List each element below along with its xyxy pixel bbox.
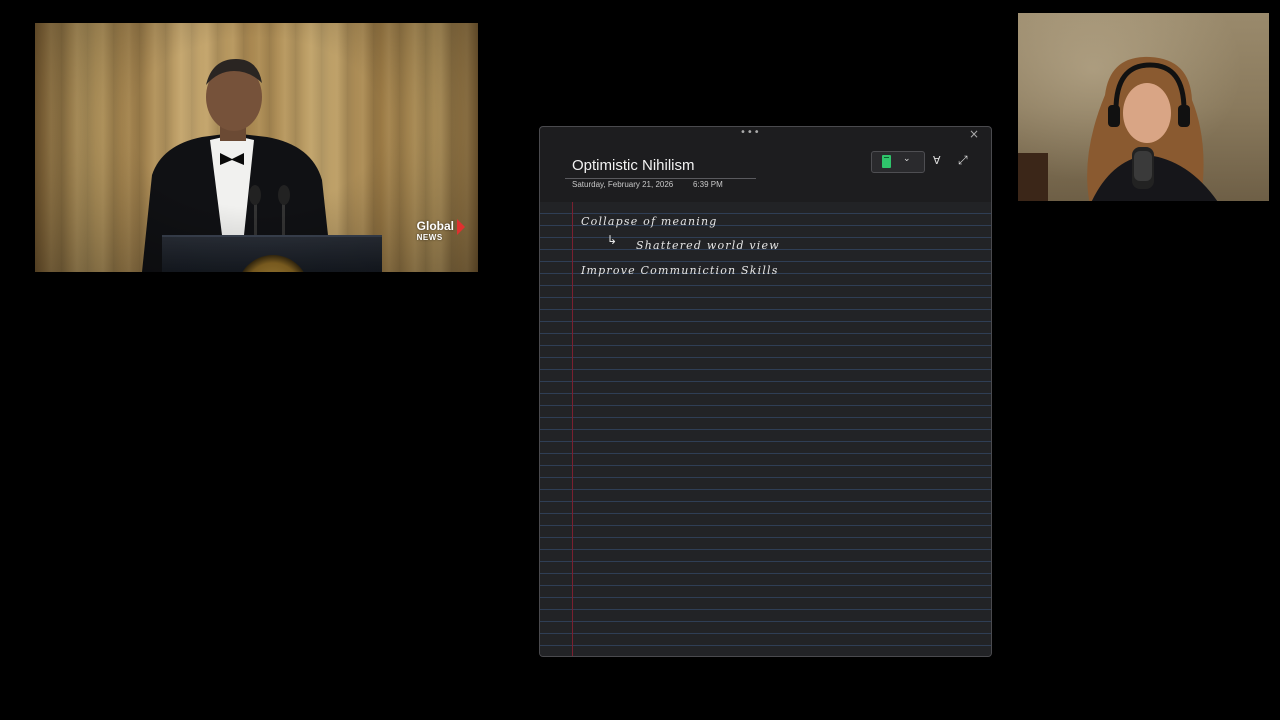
handwriting-line-3: Improve Communiction Skills [581,264,779,277]
title-underline [565,178,756,179]
close-button[interactable]: × [967,127,981,141]
note-window: ••• × Optimistic Nihilism Saturday, Febr… [539,126,992,657]
arrow-icon: ↳ [607,233,618,247]
notebook-icon [882,155,891,168]
handwriting-line-2: Shattered world view [636,239,780,252]
presenter-figure [1087,56,1218,201]
pen-icon[interactable]: ∀ [933,154,941,167]
chevron-down-icon: ⌄ [903,154,911,164]
webcam-video [1018,13,1269,201]
expand-icon[interactable]: ⤢ [958,153,968,168]
notebook-selector-button[interactable]: ⌄ [871,151,925,173]
handwriting-line-1: Collapse of meaning [581,215,718,228]
page-time: 6:39 PM [693,180,723,189]
global-news-logo: Global NEWS [417,219,465,243]
background-shelf [1018,153,1048,201]
speaker-video: Global NEWS [35,23,478,272]
logo-triangle-icon [457,219,465,235]
drag-handle[interactable]: ••• [740,128,760,138]
page-title[interactable]: Optimistic Nihilism [572,157,695,174]
page-date: Saturday, February 21, 2026 [572,180,674,189]
page-margin-line [572,202,573,656]
